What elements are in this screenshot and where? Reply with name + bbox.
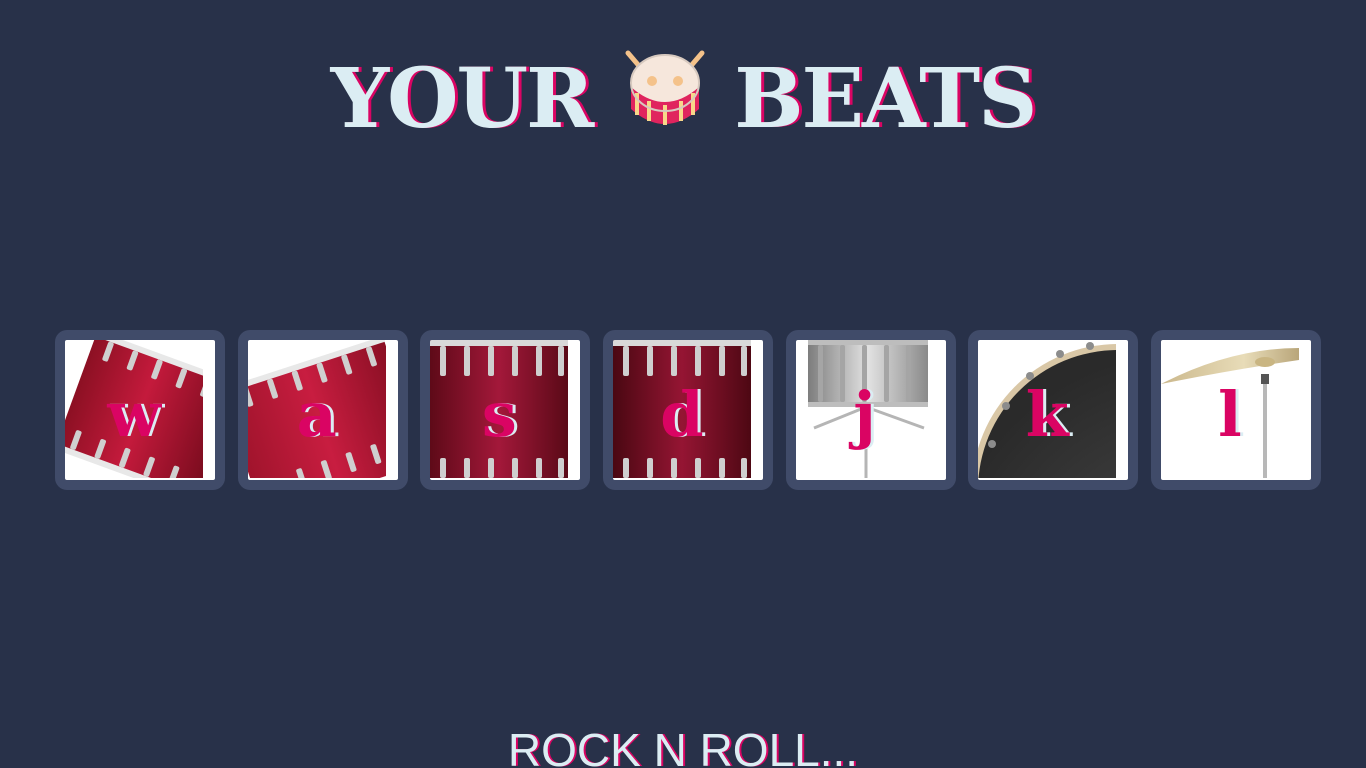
- drum-icon: [622, 47, 708, 133]
- drum-key-label: j: [853, 378, 876, 451]
- drum-key-l[interactable]: l: [1150, 330, 1321, 490]
- drum-key-s[interactable]: s: [420, 330, 591, 490]
- drum-key-a[interactable]: a: [237, 330, 408, 490]
- drum-key-label: d: [660, 378, 704, 451]
- drum-key-label: k: [1025, 378, 1069, 451]
- drum-key-label: s: [481, 378, 517, 451]
- title-word-left: YOUR: [330, 50, 595, 147]
- drum-key-w[interactable]: w: [55, 330, 225, 490]
- title-word-right: BEATS: [734, 50, 1037, 147]
- drum-pad-row: w a s d j k l: [55, 330, 1321, 490]
- drum-key-label: a: [296, 378, 337, 451]
- drum-key-d[interactable]: d: [602, 330, 773, 490]
- drum-key-j[interactable]: j: [785, 330, 956, 490]
- page-title: YOUR BEATS: [0, 47, 1366, 147]
- drum-key-label: w: [107, 378, 161, 451]
- drum-key-label: l: [1218, 378, 1242, 451]
- footer-message: ROCK N ROLL...: [507, 724, 859, 768]
- drum-key-k[interactable]: k: [968, 330, 1139, 490]
